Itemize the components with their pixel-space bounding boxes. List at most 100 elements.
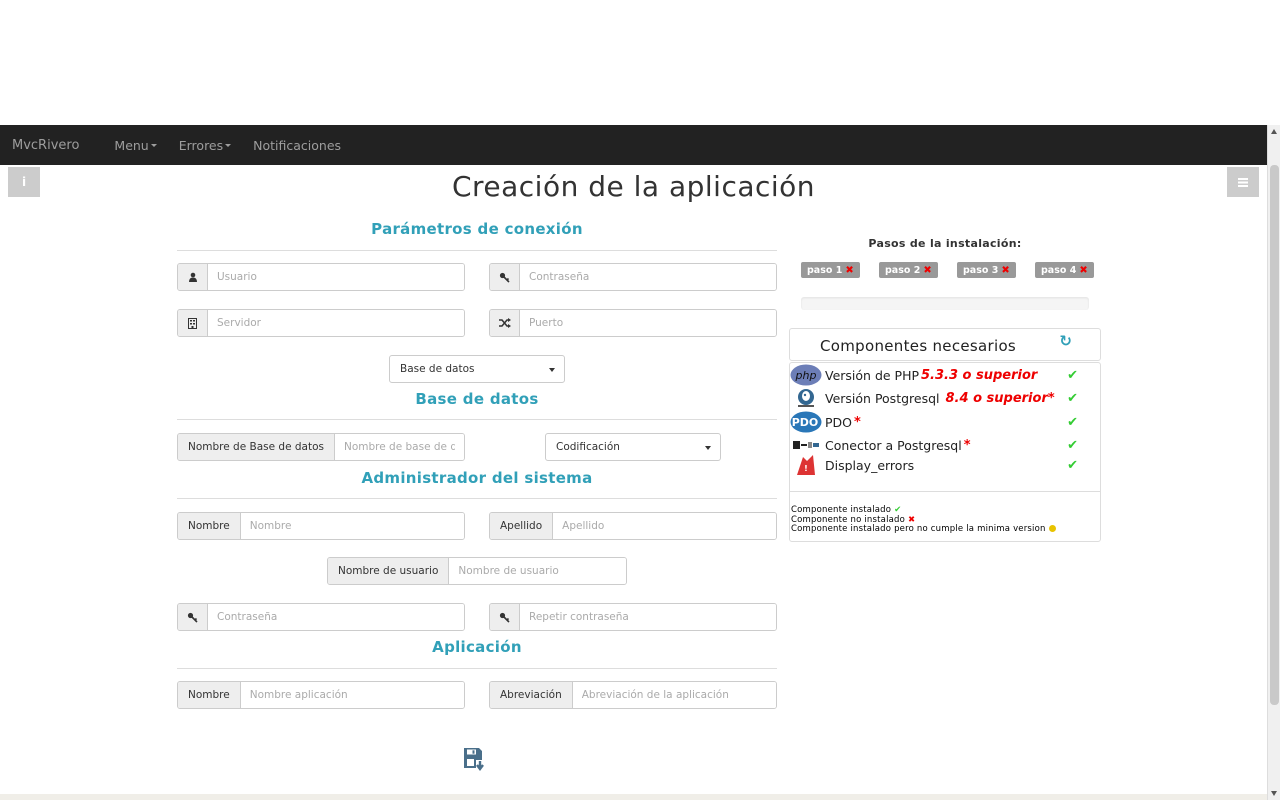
x-icon: ✖ [1001, 264, 1010, 276]
legend-warning: Componente instalado pero no cumple la m… [791, 524, 1056, 534]
caret-down-icon [549, 368, 555, 372]
caret-down-icon [705, 446, 711, 450]
database-type-select[interactable]: Base de datos [389, 355, 565, 383]
step-badge-4[interactable]: paso 4 ✖ [1035, 262, 1094, 278]
svg-text:!: ! [804, 464, 808, 473]
warning-icon [1048, 525, 1056, 532]
key-icon [178, 604, 208, 630]
component-requirement: 8.4 o superior* [945, 390, 1055, 406]
x-icon: ✖ [845, 264, 854, 276]
db-name-label: Nombre de Base de datos [178, 434, 335, 460]
component-name: Conector a Postgresql [825, 437, 962, 453]
building-icon [178, 310, 208, 336]
check-icon: ✔ [894, 505, 902, 515]
caret-down-icon [225, 143, 232, 147]
scroll-down-arrow-icon[interactable] [1271, 791, 1277, 796]
divider [790, 491, 1100, 492]
x-icon: ✖ [1079, 264, 1088, 276]
save-button[interactable] [463, 747, 489, 773]
step-label: paso 3 [963, 264, 999, 276]
divider [177, 250, 777, 251]
page-title: Creación de la aplicación [451, 170, 816, 203]
admin-username-input-group: Nombre de usuario [327, 557, 627, 585]
divider [177, 668, 777, 669]
component-name: PDO [825, 414, 853, 430]
component-row-postgresql: Versión Postgresql 8.4 o superior* ✔ [790, 387, 1100, 409]
legend-installed-label: Componente instalado [791, 505, 892, 515]
section-title-aplicacion: Aplicación [432, 638, 522, 656]
admin-apellido-input[interactable] [553, 513, 776, 539]
components-panel-title: Componentes necesarios [820, 337, 1017, 355]
bottom-strip [0, 794, 1267, 800]
step-label: paso 2 [885, 264, 921, 276]
puerto-input[interactable] [520, 310, 776, 336]
admin-password-repeat-input[interactable] [520, 604, 776, 630]
admin-nombre-input-group: Nombre [177, 512, 465, 540]
admin-nombre-label: Nombre [178, 513, 241, 539]
page: MvcRivero Menu Errores Notificaciones i … [0, 0, 1280, 800]
component-name: Display_errors [825, 457, 915, 473]
top-blank-area [0, 0, 1280, 125]
database-type-select-value: Base de datos [400, 363, 475, 375]
admin-password-input[interactable] [208, 604, 464, 630]
divider [177, 498, 777, 499]
nav-item-errores[interactable]: Errores [168, 138, 242, 153]
app-nombre-input[interactable] [240, 682, 464, 708]
key-icon [490, 604, 520, 630]
component-requirement: 5.3.3 o superior [921, 367, 1038, 383]
password-input-group [489, 263, 777, 291]
pdo-logo-icon: PDO [790, 411, 822, 433]
section-title-admin: Administrador del sistema [361, 469, 593, 487]
step-label: paso 1 [807, 264, 843, 276]
component-row-connector: Conector a Postgresql * ✔ [790, 434, 1100, 456]
codificacion-select[interactable]: Codificación [545, 433, 721, 461]
app-abreviacion-label: Abreviación [490, 682, 573, 708]
app-nombre-label: Nombre [178, 682, 241, 708]
servidor-input[interactable] [208, 310, 464, 336]
app-abreviacion-input[interactable] [572, 682, 776, 708]
db-name-input-group: Nombre de Base de datos [177, 433, 465, 461]
random-icon [490, 310, 520, 336]
component-name: Versión Postgresql [825, 390, 940, 406]
admin-nombre-input[interactable] [240, 513, 464, 539]
check-icon: ✔ [1067, 414, 1078, 430]
components-panel-header: Componentes necesarios ↻ [789, 328, 1101, 361]
display-errors-logo-icon: ! [790, 454, 822, 476]
step-badge-2[interactable]: paso 2 ✖ [879, 262, 938, 278]
save-icon [464, 748, 484, 771]
component-requirement: * [854, 414, 861, 430]
admin-apellido-label: Apellido [490, 513, 554, 539]
scroll-up-arrow-icon[interactable] [1271, 129, 1277, 134]
section-title-conexion: Parámetros de conexión [371, 220, 583, 238]
components-panel-body: php Versión de PHP 5.3.3 o superior ✔ Ve… [789, 362, 1101, 542]
vertical-scrollbar[interactable] [1267, 125, 1280, 800]
svg-text:PDO: PDO [792, 416, 819, 429]
step-badge-1[interactable]: paso 1 ✖ [801, 262, 860, 278]
nav-item-notificaciones[interactable]: Notificaciones [242, 138, 352, 153]
legend-installed: Componente instalado ✔ [791, 505, 901, 515]
scrollbar-thumb[interactable] [1270, 165, 1279, 705]
navbar-brand[interactable]: MvcRivero [0, 138, 91, 153]
check-icon: ✔ [1067, 367, 1078, 383]
postgresql-logo-icon [790, 387, 822, 409]
codificacion-select-value: Codificación [556, 441, 620, 453]
nav-item-menu[interactable]: Menu [103, 138, 167, 153]
component-row-display-errors: ! Display_errors ✔ [790, 454, 1100, 476]
usuario-input-group [177, 263, 465, 291]
install-progress-bar [801, 297, 1089, 310]
divider [177, 419, 777, 420]
usuario-input[interactable] [208, 264, 464, 290]
admin-password-repeat-input-group [489, 603, 777, 631]
step-badge-3[interactable]: paso 3 ✖ [957, 262, 1016, 278]
admin-username-input[interactable] [449, 558, 626, 584]
refresh-icon[interactable]: ↻ [1059, 332, 1072, 350]
puerto-input-group [489, 309, 777, 337]
component-name: Versión de PHP [825, 367, 920, 383]
db-name-input[interactable] [335, 434, 464, 460]
admin-username-label: Nombre de usuario [328, 558, 450, 584]
app-nombre-input-group: Nombre [177, 681, 465, 709]
component-row-pdo: PDO PDO * ✔ [790, 411, 1100, 433]
password-input[interactable] [520, 264, 776, 290]
navbar: MvcRivero Menu Errores Notificaciones [0, 125, 1267, 165]
legend-warning-label: Componente instalado pero no cumple la m… [791, 524, 1046, 534]
